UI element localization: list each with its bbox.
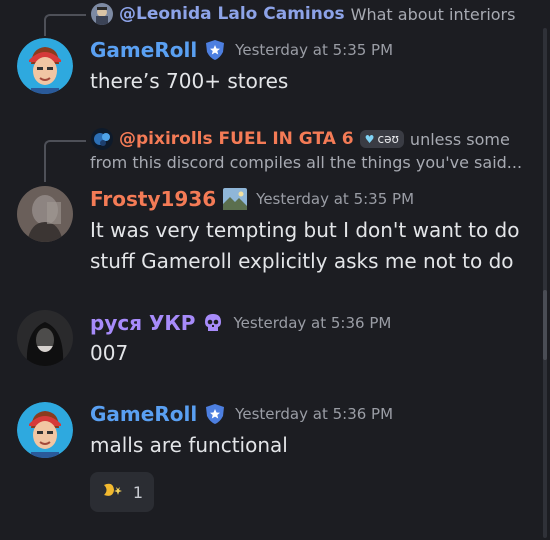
pixirolls-avatar: [91, 128, 113, 150]
timestamp: Yesterday at 5:36 PM: [235, 405, 394, 423]
timestamp: Yesterday at 5:36 PM: [233, 314, 392, 332]
scrollbar-thumb[interactable]: [543, 290, 547, 360]
reply-author-name[interactable]: @Leonida Lalo Caminos: [119, 4, 345, 24]
user-tag: ♥ сəʊ: [359, 130, 404, 148]
reply-connector: [44, 140, 86, 182]
rusya-avatar[interactable]: [17, 310, 73, 366]
sparkle-emoji-icon: [101, 481, 123, 503]
reply-text-continuation: from this discord compiles all the thing…: [90, 153, 523, 172]
message-line: It was very tempting but I don't want to…: [90, 218, 520, 242]
tag-text: сəʊ: [377, 132, 399, 146]
message-text: there’s 700+ stores: [90, 69, 289, 93]
reply-text: unless some: [409, 129, 510, 149]
heart-icon: ♥: [364, 132, 375, 146]
author-name[interactable]: GameRoll: [90, 402, 197, 426]
reaction-count: 1: [132, 482, 144, 502]
leonida-avatar: [91, 3, 113, 25]
reply-preview[interactable]: @pixirolls FUEL IN GTA 6 ♥ сəʊ unless so…: [91, 128, 510, 150]
author-name[interactable]: руся УКР: [90, 311, 195, 335]
message-line: stuff Gameroll explicitly asks me not to…: [90, 249, 514, 273]
timestamp: Yesterday at 5:35 PM: [235, 41, 394, 59]
reply-connector: [44, 14, 86, 36]
author-name[interactable]: GameRoll: [90, 38, 197, 62]
skull-icon[interactable]: [202, 312, 224, 334]
gameroll-avatar[interactable]: [17, 38, 73, 94]
frosty-avatar[interactable]: [17, 186, 73, 242]
author-name[interactable]: Frosty1936: [90, 187, 216, 211]
reply-preview[interactable]: @Leonida Lalo Caminos What about interio…: [91, 3, 515, 25]
timestamp: Yesterday at 5:35 PM: [256, 190, 415, 208]
landscape-image-icon[interactable]: [223, 188, 248, 210]
gameroll-avatar[interactable]: [17, 402, 73, 458]
reply-author-name[interactable]: @pixirolls FUEL IN GTA 6: [119, 129, 354, 149]
reaction-button[interactable]: 1: [90, 472, 154, 512]
scrollbar[interactable]: [543, 28, 547, 538]
shield-star-icon[interactable]: [204, 39, 226, 61]
reply-text: What about interiors: [350, 4, 516, 24]
message-text: It was very tempting but I don't want to…: [90, 215, 519, 277]
message-text: 007: [90, 341, 129, 365]
shield-star-icon[interactable]: [204, 403, 226, 425]
message-text: malls are functional: [90, 433, 288, 457]
